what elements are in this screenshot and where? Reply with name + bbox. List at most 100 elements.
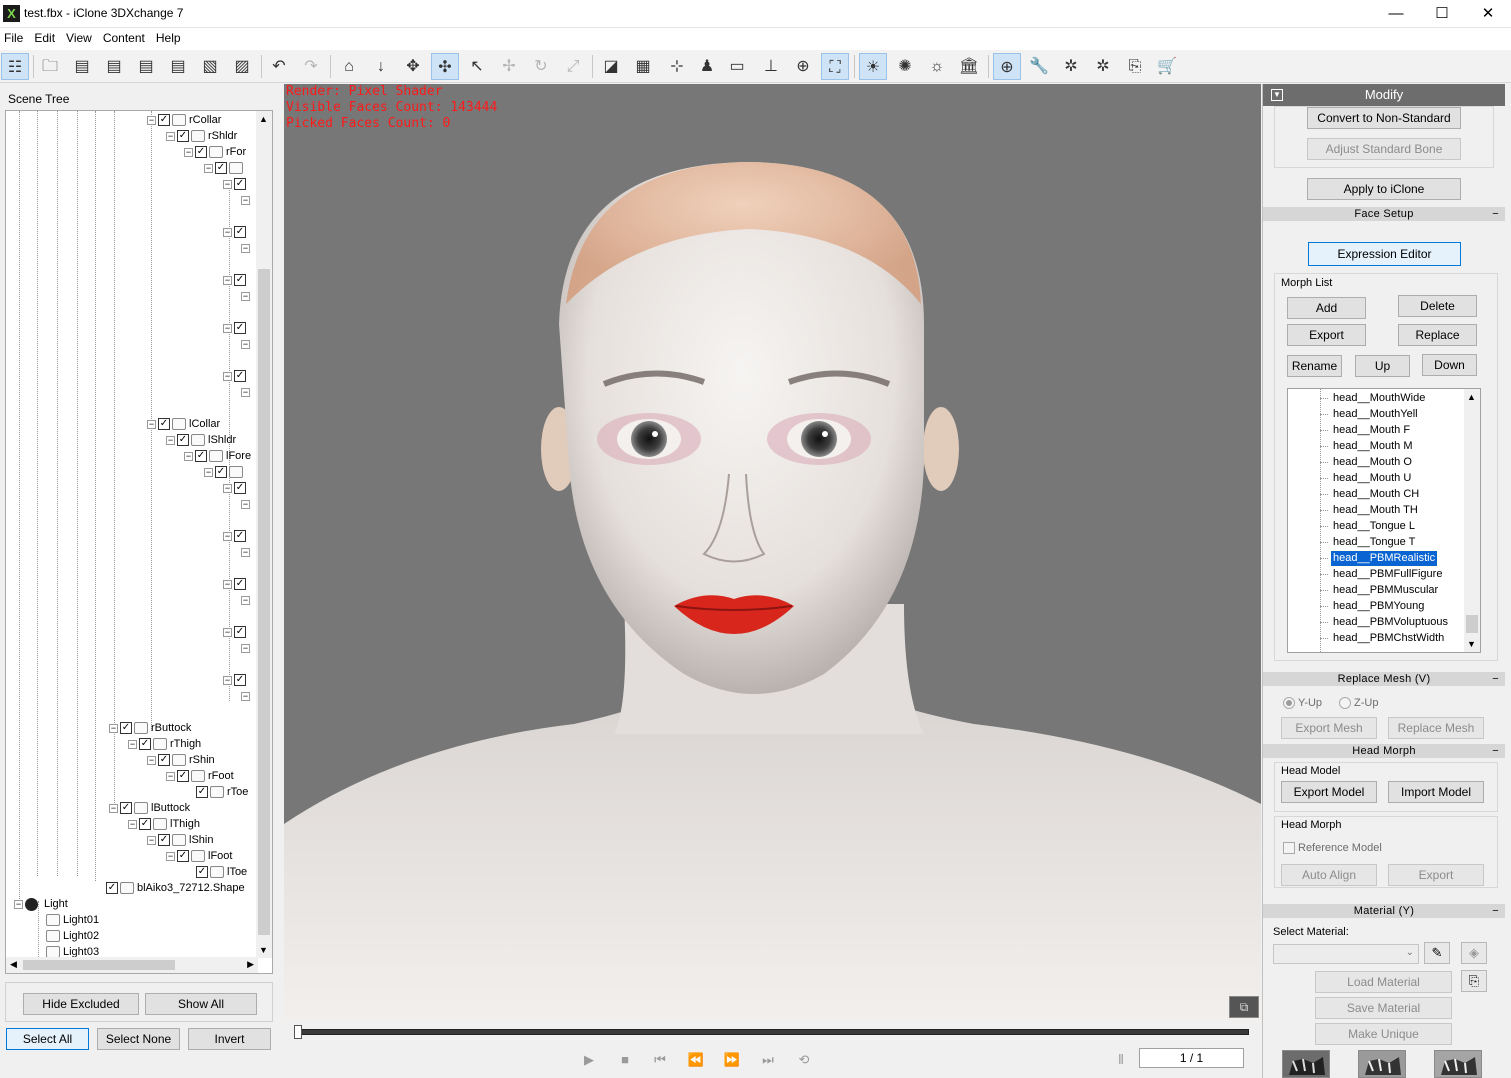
- tree-node[interactable]: Light01: [46, 912, 99, 928]
- tree-node[interactable]: − ✓ lThigh: [128, 816, 200, 832]
- menu-view[interactable]: View: [62, 28, 99, 45]
- load-material-button[interactable]: Load Material: [1315, 971, 1452, 993]
- rotate-icon[interactable]: ↻: [527, 53, 555, 80]
- select-none-button[interactable]: Select None: [97, 1028, 180, 1050]
- previous-frame-icon[interactable]: ⏪: [685, 1050, 707, 1070]
- list-item[interactable]: head__PBMYoung: [1331, 599, 1426, 614]
- menu-help[interactable]: Help: [152, 28, 188, 45]
- tree-node[interactable]: − ✓: [223, 368, 248, 384]
- tree-node[interactable]: −: [241, 544, 252, 560]
- face-setup-header[interactable]: Face Setup −: [1263, 207, 1505, 221]
- props-icon[interactable]: ✲: [1089, 53, 1117, 80]
- list-item[interactable]: head__Mouth M: [1331, 439, 1415, 454]
- list-item[interactable]: head__PBMVoluptuous: [1331, 615, 1450, 630]
- hide-excluded-button[interactable]: Hide Excluded: [23, 993, 139, 1015]
- tree-node[interactable]: −: [241, 240, 252, 256]
- replace-mesh-button[interactable]: Replace Mesh: [1388, 717, 1484, 739]
- list-item[interactable]: head__Tongue L: [1331, 519, 1417, 534]
- adjust-standard-bone-button[interactable]: Adjust Standard Bone: [1307, 138, 1461, 160]
- replace-morph-button[interactable]: Replace: [1398, 324, 1477, 346]
- eyedropper-icon[interactable]: ✎: [1424, 942, 1450, 964]
- close-button[interactable]: ✕: [1465, 0, 1511, 28]
- redo-icon[interactable]: ↷: [297, 53, 325, 80]
- material-folder-icon[interactable]: ⎘: [1461, 970, 1487, 992]
- list-item[interactable]: head__Tongue T: [1331, 535, 1417, 550]
- home-icon[interactable]: ⌂: [335, 53, 363, 80]
- tree-node[interactable]: − ✓: [223, 576, 248, 592]
- tree-node[interactable]: −: [241, 688, 252, 704]
- import-obj-icon[interactable]: ▤: [164, 53, 192, 80]
- bounding-box-icon[interactable]: ◪: [597, 53, 625, 80]
- frame-mode-icon[interactable]: ⦀: [1110, 1050, 1132, 1070]
- tree-node[interactable]: − ✓: [223, 176, 248, 192]
- head-morph-export-button[interactable]: Export: [1388, 864, 1484, 886]
- cart-icon[interactable]: 🛒: [1153, 53, 1181, 80]
- list-item[interactable]: head__PBMMuscular: [1331, 583, 1440, 598]
- list-item[interactable]: head__MouthWide: [1331, 391, 1427, 406]
- stop-icon[interactable]: ■: [614, 1050, 636, 1070]
- material-header[interactable]: Material (Y) −: [1263, 904, 1505, 918]
- tree-node[interactable]: − ✓: [223, 528, 248, 544]
- next-frame-icon[interactable]: ⏩: [721, 1050, 743, 1070]
- tree-node[interactable]: − ✓: [223, 320, 248, 336]
- light-icon[interactable]: ☀: [859, 53, 887, 80]
- character-icon[interactable]: ✲: [1057, 53, 1085, 80]
- axis-icon[interactable]: ⊹: [663, 53, 691, 80]
- move-icon[interactable]: ✥: [399, 53, 427, 80]
- tree-node[interactable]: ✓ lToe: [196, 864, 247, 880]
- show-all-button[interactable]: Show All: [145, 993, 257, 1015]
- list-item[interactable]: head__Mouth U: [1331, 471, 1413, 486]
- scroll-down-icon[interactable]: ▼: [259, 945, 268, 955]
- play-icon[interactable]: ▶: [578, 1050, 600, 1070]
- wrench-icon[interactable]: 🔧: [1025, 53, 1053, 80]
- move-down-button[interactable]: Down: [1422, 354, 1477, 376]
- scroll-up-icon[interactable]: ▲: [259, 114, 268, 124]
- loop-icon[interactable]: ⟲: [793, 1050, 815, 1070]
- frame-counter[interactable]: 1 / 1: [1139, 1048, 1244, 1068]
- import-fbx-icon[interactable]: ▤: [100, 53, 128, 80]
- go-to-end-icon[interactable]: ⏭: [757, 1050, 779, 1070]
- timeline-playhead[interactable]: [294, 1025, 302, 1039]
- list-item[interactable]: head__Mouth O: [1331, 455, 1414, 470]
- tree-node[interactable]: − ✓ lCollar: [147, 416, 220, 432]
- delete-morph-button[interactable]: Delete: [1398, 295, 1477, 317]
- 3d-viewport[interactable]: Render: Pixel Shader Visible Faces Count…: [284, 84, 1261, 1020]
- import-icon[interactable]: ▤: [68, 53, 96, 80]
- tree-node[interactable]: −: [241, 288, 252, 304]
- head-morph-header[interactable]: Head Morph −: [1263, 744, 1505, 758]
- menu-file[interactable]: File: [0, 28, 30, 45]
- tree-node[interactable]: − ✓ lFore: [184, 448, 251, 464]
- tree-node[interactable]: − ✓: [223, 624, 248, 640]
- maximize-button[interactable]: ☐: [1419, 0, 1465, 28]
- tree-node[interactable]: − ✓ lShldr: [166, 432, 236, 448]
- tree-node[interactable]: −: [241, 496, 252, 512]
- floor-icon[interactable]: ⊥: [757, 53, 785, 80]
- tree-node[interactable]: − ✓ rShldr: [166, 128, 237, 144]
- replace-mesh-header[interactable]: Replace Mesh (V) −: [1263, 672, 1505, 686]
- tree-node[interactable]: − Light: [14, 896, 68, 912]
- tree-node[interactable]: ✓ rToe: [196, 784, 248, 800]
- panel-dropdown-icon[interactable]: ▼: [1271, 89, 1283, 101]
- tree-node[interactable]: − ✓ lFoot: [166, 848, 232, 864]
- sun-icon[interactable]: ☼: [923, 53, 951, 80]
- library-icon[interactable]: 🏛: [955, 53, 983, 80]
- tree-node[interactable]: −: [241, 592, 252, 608]
- list-item[interactable]: head__PBMChstWidth: [1331, 631, 1446, 646]
- material-thumbnail[interactable]: [1358, 1050, 1406, 1078]
- tree-node[interactable]: − ✓ lShin: [147, 832, 213, 848]
- tree-vertical-scrollbar[interactable]: ▲ ▼: [256, 111, 272, 958]
- auto-align-button[interactable]: Auto Align: [1281, 864, 1377, 886]
- material-thumbnail[interactable]: [1282, 1050, 1330, 1078]
- tree-node[interactable]: −: [241, 384, 252, 400]
- list-item-selected[interactable]: head__PBMRealistic: [1329, 550, 1439, 567]
- tree-node[interactable]: − ✓ rFor: [184, 144, 246, 160]
- list-item[interactable]: head__MouthYell: [1331, 407, 1420, 422]
- menu-content[interactable]: Content: [99, 28, 152, 45]
- paint-bucket-icon[interactable]: ◈: [1461, 942, 1487, 964]
- import-model-button[interactable]: Import Model: [1388, 781, 1484, 803]
- list-item[interactable]: head__Mouth CH: [1331, 487, 1421, 502]
- export-morph-button[interactable]: Export: [1287, 324, 1366, 346]
- rename-morph-button[interactable]: Rename: [1287, 355, 1342, 377]
- drop-to-floor-icon[interactable]: ↓: [367, 53, 395, 80]
- save-material-button[interactable]: Save Material: [1315, 997, 1452, 1019]
